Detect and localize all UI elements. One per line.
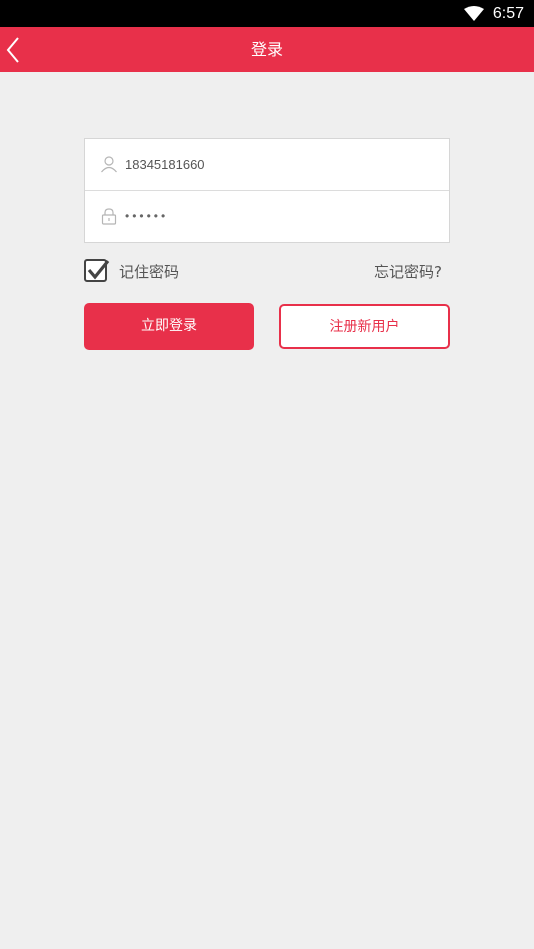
username-input[interactable]: 18345181660 xyxy=(125,139,205,190)
username-row: 18345181660 xyxy=(85,139,449,191)
user-icon xyxy=(101,156,117,173)
password-row: •••••• xyxy=(85,191,449,242)
app-bar: 登录 xyxy=(0,27,534,72)
forgot-password-link[interactable]: 忘记密码? xyxy=(374,258,442,286)
status-bar: 6:57 xyxy=(0,0,534,27)
lock-icon xyxy=(101,208,117,225)
wifi-icon xyxy=(464,6,484,21)
checkbox-box[interactable] xyxy=(84,259,110,282)
status-time: 6:57 xyxy=(492,5,524,22)
register-button[interactable]: 注册新用户 xyxy=(279,304,450,349)
page-title: 登录 xyxy=(250,40,283,59)
login-button[interactable]: 立即登录 xyxy=(84,303,254,350)
login-form: 18345181660 •••••• xyxy=(84,138,450,243)
password-input[interactable]: •••••• xyxy=(125,191,168,242)
checkmark-icon xyxy=(87,259,110,280)
remember-password-label: 记住密码 xyxy=(119,263,180,281)
